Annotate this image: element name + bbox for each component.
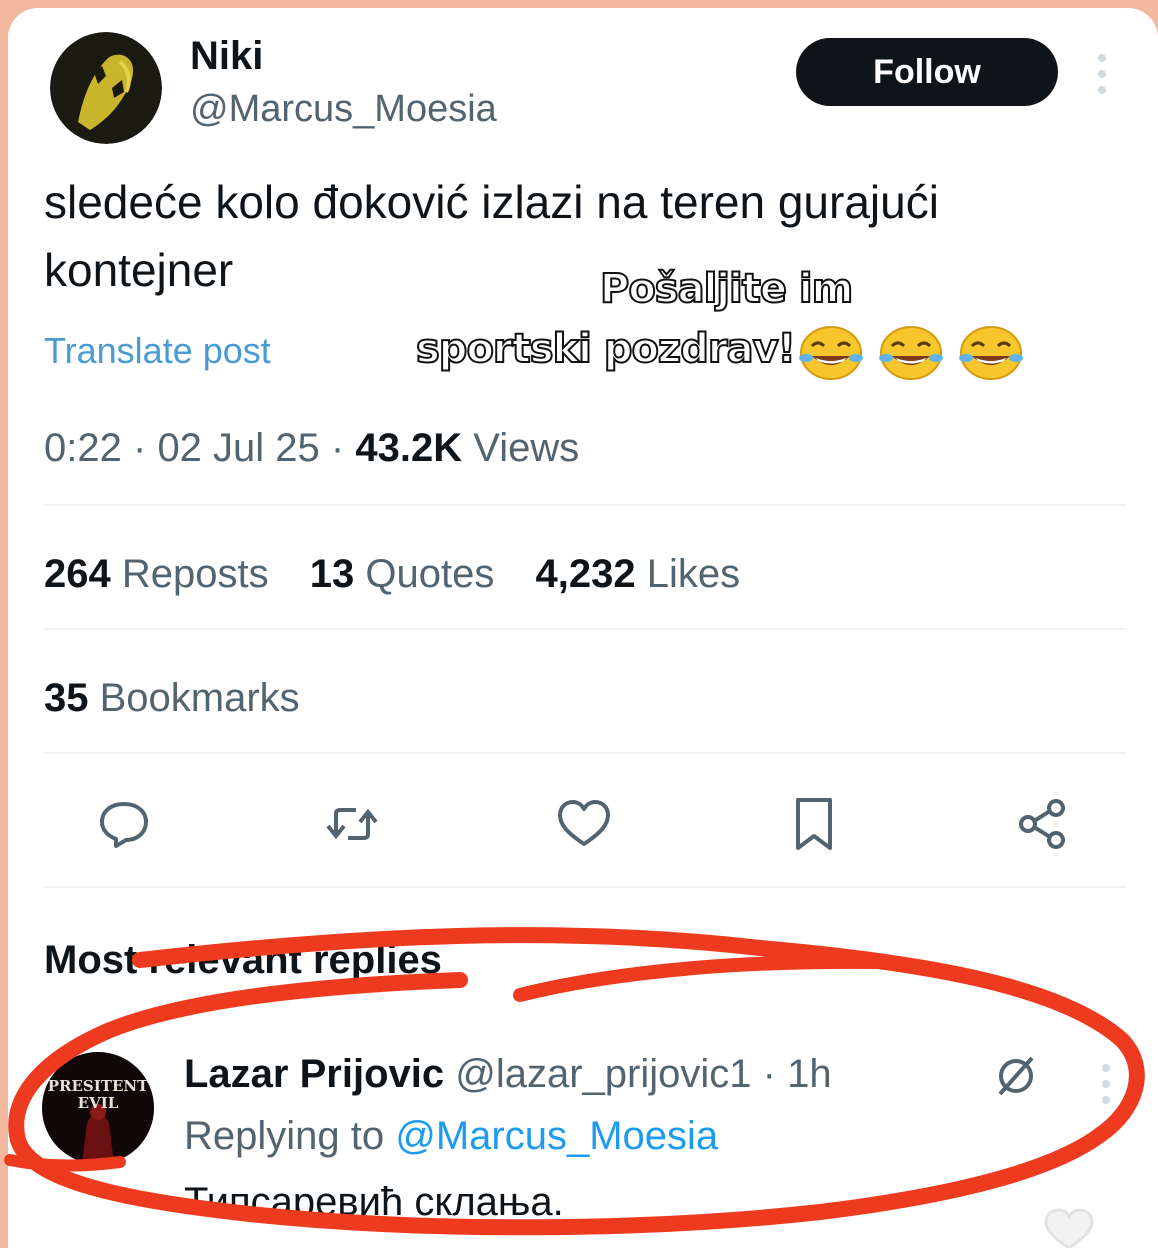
tweet-date[interactable]: 02 Jul 25 (157, 426, 319, 470)
reposts-stat[interactable]: 264 Reposts (44, 552, 280, 596)
tears-of-joy-emoji (879, 326, 943, 380)
like-icon[interactable] (554, 794, 614, 854)
overlay-caption-line1: Pošaljite im (599, 265, 854, 313)
divider (44, 752, 1126, 754)
reposts-count: 264 (44, 552, 111, 596)
divider (44, 504, 1126, 506)
heart-icon (1044, 1208, 1094, 1248)
tears-of-joy-emoji (959, 326, 1023, 380)
reposts-label: Reposts (121, 552, 269, 596)
author-name[interactable]: Niki (190, 34, 263, 79)
repost-icon[interactable] (322, 794, 382, 854)
share-icon[interactable] (1012, 794, 1072, 854)
reply-author-handle[interactable]: @lazar_prijovic1 (455, 1052, 751, 1096)
replying-to-mention[interactable]: @Marcus_Moesia (395, 1114, 718, 1158)
reply-avatar-text: PRESITENT EVIL (47, 1077, 149, 1112)
author-handle[interactable]: @Marcus_Moesia (190, 88, 497, 131)
tweet-text: sledeće kolo đoković izlazi na teren gur… (44, 176, 939, 296)
tweet-meta: 0:22 · 02 Jul 25 · 43.2K Views (44, 426, 579, 471)
reply-text: Типсаревић склања. (184, 1180, 564, 1224)
bookmarks-count: 35 (44, 676, 89, 720)
bookmarks-label: Bookmarks (99, 676, 300, 720)
meta-separator: · (330, 426, 345, 470)
replying-to: Replying to @Marcus_Moesia (184, 1114, 718, 1159)
follow-button[interactable]: Follow (796, 38, 1058, 106)
tweet-time[interactable]: 0:22 (44, 426, 122, 470)
tweet-card: Niki @Marcus_Moesia Follow sledeće kolo … (8, 8, 1158, 1248)
replying-to-prefix: Replying to (184, 1114, 385, 1158)
quotes-stat[interactable]: 13 Quotes (310, 552, 506, 596)
likes-label: Likes (646, 552, 741, 596)
translate-post-link[interactable]: Translate post (44, 330, 271, 372)
views-label: Views (473, 426, 580, 470)
author-avatar[interactable] (50, 32, 162, 144)
reply-icon[interactable] (94, 794, 154, 854)
likes-stat[interactable]: 4,232 Likes (535, 552, 740, 596)
views-count: 43.2K (355, 426, 463, 470)
bookmark-icon[interactable] (784, 794, 844, 854)
more-options-icon[interactable] (1094, 52, 1110, 96)
reply-author-name[interactable]: Lazar Prijovic (184, 1052, 444, 1096)
bookmarks-stat[interactable]: 35 Bookmarks (44, 676, 300, 721)
divider (44, 886, 1126, 888)
likes-count: 4,232 (535, 552, 636, 596)
replies-heading: Most relevant replies (44, 938, 442, 982)
divider (44, 628, 1126, 630)
grok-icon[interactable] (992, 1052, 1040, 1100)
reply-more-options-icon[interactable] (1098, 1062, 1114, 1106)
reply-header: Lazar Prijovic @lazar_prijovic1 · 1h (184, 1052, 832, 1097)
reply-time[interactable]: 1h (787, 1052, 832, 1096)
tears-of-joy-emoji (799, 326, 863, 380)
meta-separator: · (132, 426, 147, 470)
quotes-count: 13 (309, 552, 355, 596)
reply-avatar[interactable]: PRESITENT EVIL (42, 1052, 154, 1164)
quotes-label: Quotes (365, 552, 495, 596)
overlay-caption-line2: sportski pozdrav! (415, 325, 797, 373)
meta-separator: · (762, 1052, 776, 1096)
engagement-stats: 264 Reposts 13 Quotes 4,232 Likes (44, 552, 770, 597)
